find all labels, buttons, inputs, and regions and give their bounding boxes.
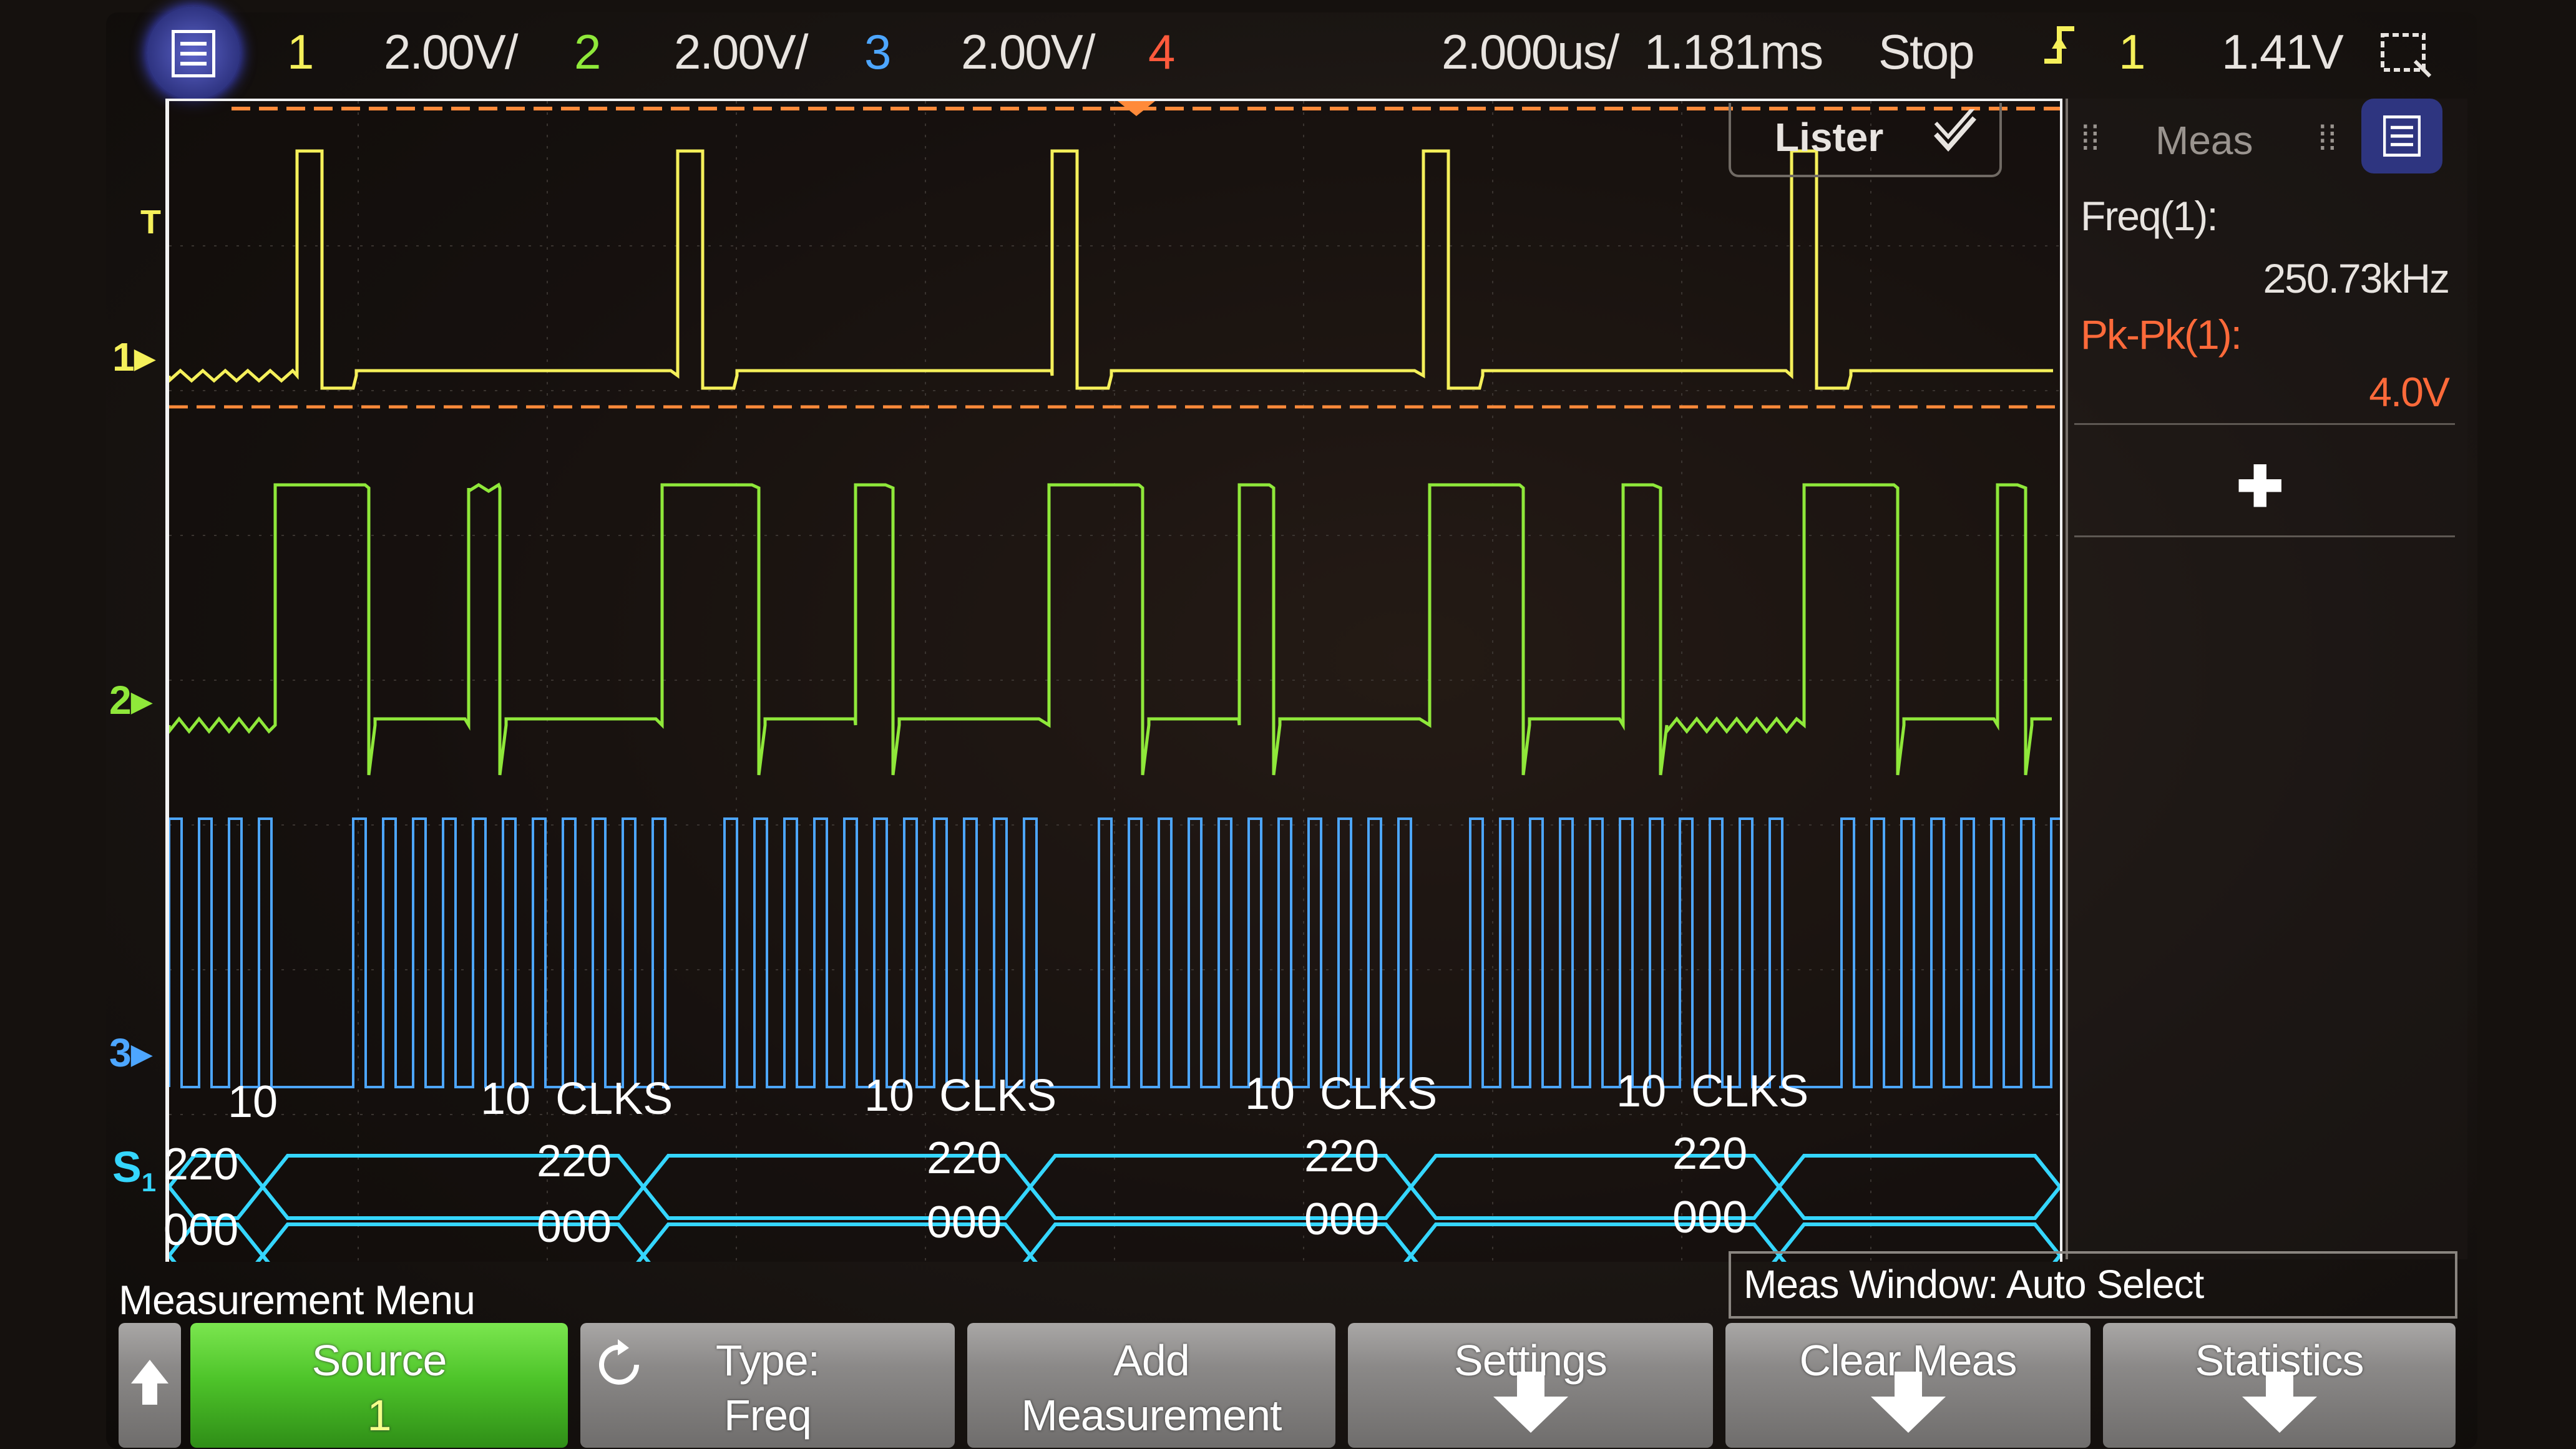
- softkey-label: Add: [1113, 1336, 1190, 1385]
- measurement-panel: ⁞⁞ Meas ⁞⁞ Freq(1): 250.73kHz Pk-Pk(1): …: [2066, 99, 2467, 1259]
- drag-handle-icon[interactable]: ⁞⁞: [2318, 117, 2337, 158]
- ch1-label[interactable]: 1: [287, 24, 314, 80]
- ch3-label[interactable]: 3: [864, 24, 891, 80]
- submenu-arrow-icon: [2242, 1372, 2317, 1433]
- drag-handle-icon[interactable]: ⁞⁞: [2081, 117, 2100, 158]
- plus-icon[interactable]: ✚: [2237, 454, 2283, 520]
- meas-panel-menu-button[interactable]: [2361, 99, 2442, 173]
- source-softkey[interactable]: Source 1: [190, 1323, 568, 1448]
- meas-freq-label[interactable]: Freq(1):: [2081, 192, 2218, 240]
- menu-back-button[interactable]: [119, 1323, 181, 1448]
- serial-bus-index: 1: [141, 1168, 157, 1197]
- horizontal-delay[interactable]: 1.181ms: [1644, 24, 1823, 80]
- softkey-value: Freq: [724, 1391, 812, 1440]
- softkey-label: Type:: [715, 1336, 820, 1385]
- ch4-label[interactable]: 4: [1148, 24, 1175, 80]
- trigger-level-marker[interactable]: T: [140, 203, 161, 242]
- bus-value-top: 220: [1304, 1131, 1380, 1181]
- meas-pkpk-label[interactable]: Pk-Pk(1):: [2081, 311, 2242, 358]
- meas-window-indicator: Meas Window: Auto Select: [1729, 1251, 2457, 1319]
- list-icon: [172, 30, 215, 77]
- bus-value-top: 220: [927, 1133, 1002, 1183]
- softkey-value: 1: [367, 1391, 392, 1440]
- lister-button[interactable]: Lister: [1729, 103, 2002, 177]
- bus-value-bottom: 000: [537, 1202, 612, 1252]
- clk-label: 10 CLKS: [1616, 1066, 1809, 1116]
- list-icon: [2383, 115, 2421, 157]
- meas-panel-title: Meas: [2155, 118, 2253, 163]
- softkey-label-line2: Measurement: [1021, 1391, 1282, 1440]
- bus-value-top: 220: [163, 1139, 239, 1189]
- ch2-trace: [169, 482, 2052, 776]
- status-bar: 1 2.00V/ 2 2.00V/ 3 2.00V/ 4 2.000us/ 1.…: [119, 0, 2452, 100]
- lister-label: Lister: [1775, 115, 1884, 160]
- timebase-scale[interactable]: 2.000us/: [1442, 24, 1619, 80]
- bus-value-top: 220: [1672, 1129, 1748, 1179]
- softkey-label: Source: [311, 1336, 447, 1385]
- meas-freq-value: 250.73kHz: [2263, 255, 2450, 301]
- clk-label: 10 CLKS: [864, 1071, 1057, 1121]
- trigger-source[interactable]: 1: [2119, 24, 2145, 80]
- clear-meas-softkey[interactable]: Clear Meas: [1725, 1323, 2091, 1448]
- ch1-trace: [169, 149, 2053, 390]
- ch3-ground-marker[interactable]: 3▸: [109, 1030, 152, 1076]
- bus-value-bottom: 000: [163, 1205, 239, 1255]
- serial-bus-segment: [1777, 1154, 2060, 1220]
- bus-value-bottom: 000: [927, 1198, 1002, 1247]
- menu-title: Measurement Menu: [119, 1277, 476, 1323]
- trigger-edge-icon[interactable]: [2041, 17, 2078, 85]
- clk-label: 10: [228, 1077, 278, 1127]
- settings-softkey[interactable]: Settings: [1348, 1323, 1713, 1448]
- serial-bus-label[interactable]: S1: [112, 1142, 156, 1198]
- double-check-icon: [1931, 105, 1981, 168]
- run-state[interactable]: Stop: [1878, 24, 1974, 80]
- submenu-arrow-icon: [1870, 1372, 1946, 1433]
- bus-value-top: 220: [537, 1136, 612, 1186]
- ch2-scale[interactable]: 2.00V/: [674, 24, 809, 80]
- ch3-scale[interactable]: 2.00V/: [961, 24, 1096, 80]
- trigger-level[interactable]: 1.41V: [2222, 24, 2344, 80]
- meas-window-text: Meas Window: Auto Select: [1744, 1262, 2204, 1307]
- bus-value-bottom: 000: [1304, 1194, 1380, 1244]
- clk-label: 10 CLKS: [1245, 1069, 1438, 1119]
- ch1-scale[interactable]: 2.00V/: [384, 24, 519, 80]
- clk-label: 10 CLKS: [481, 1074, 673, 1124]
- ch1-ground-marker[interactable]: 1▸: [112, 334, 155, 381]
- up-arrow-icon: [130, 1357, 170, 1417]
- main-menu-button[interactable]: [147, 6, 240, 100]
- meas-divider: [2074, 535, 2455, 537]
- statistics-softkey[interactable]: Statistics: [2103, 1323, 2456, 1448]
- zoom-toggle-icon[interactable]: [2378, 30, 2434, 92]
- ch2-ground-marker[interactable]: 2▸: [109, 677, 152, 724]
- ch2-label[interactable]: 2: [574, 24, 601, 80]
- add-measurement-softkey[interactable]: Add Measurement: [967, 1323, 1335, 1448]
- meas-divider: [2074, 423, 2455, 425]
- meas-pkpk-value: 4.0V: [2369, 369, 2450, 415]
- submenu-arrow-icon: [1493, 1372, 1568, 1433]
- bus-value-bottom: 000: [1672, 1193, 1748, 1242]
- type-softkey[interactable]: Type: Freq: [580, 1323, 955, 1448]
